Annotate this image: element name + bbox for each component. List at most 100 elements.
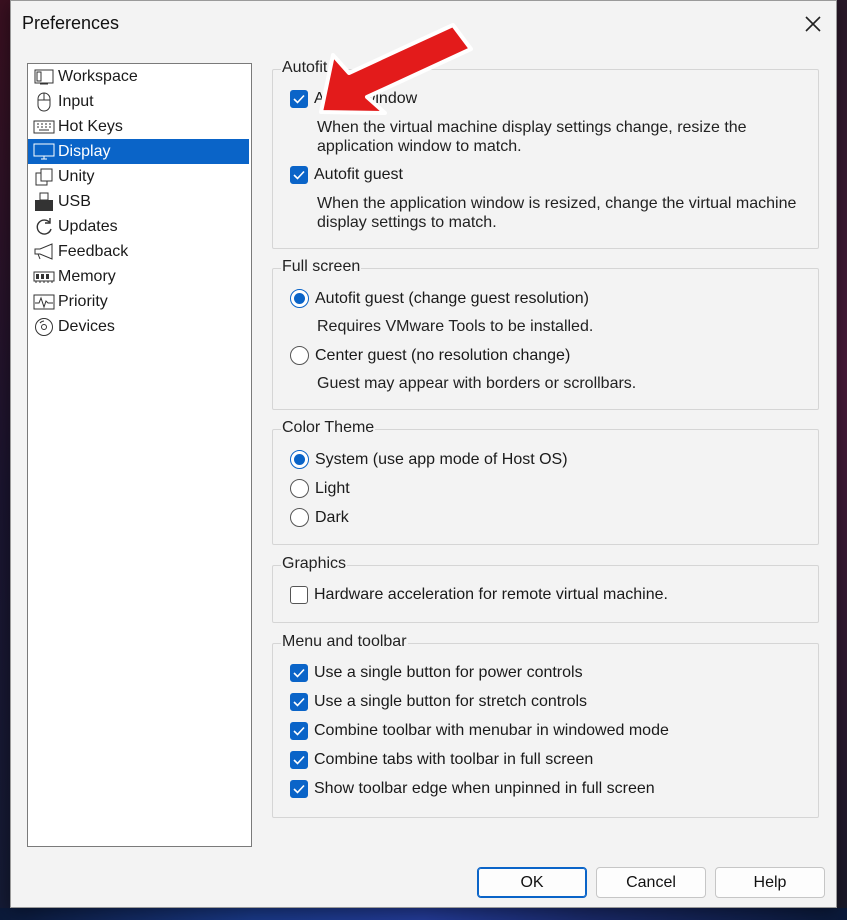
checkmark-icon (293, 668, 305, 678)
keyboard-icon (33, 117, 55, 137)
graphics-group: Graphics Hardware acceleration for remot… (272, 555, 819, 623)
combine-toolbar-menubar-label: Combine toolbar with menubar in windowed… (314, 722, 669, 739)
sidebar-item-label: Priority (58, 292, 108, 310)
theme-system-label: System (use app mode of Host OS) (315, 450, 568, 468)
checkmark-icon (293, 697, 305, 707)
help-button[interactable]: Help (715, 867, 825, 898)
megaphone-icon (33, 242, 55, 262)
pulse-icon (33, 292, 55, 312)
sidebar-item-updates[interactable]: Updates (28, 214, 251, 239)
combine-toolbar-menubar-option[interactable]: Combine toolbar with menubar in windowed… (290, 722, 669, 740)
fullscreen-center-option[interactable]: Center guest (no resolution change) (290, 346, 570, 365)
single-power-button-option[interactable]: Use a single button for power controls (290, 664, 583, 682)
sidebar-item-label: Devices (58, 317, 115, 335)
sidebar-item-label: Hot Keys (58, 117, 123, 135)
hardware-acceleration-label: Hardware acceleration for remote virtual… (314, 586, 668, 603)
checkmark-icon (293, 170, 305, 180)
checkmark-icon (293, 784, 305, 794)
sidebar-item-label: Workspace (58, 67, 138, 85)
group-title: Menu and toolbar (281, 633, 408, 651)
sidebar-item-label: Feedback (58, 242, 129, 260)
title-bar: Preferences (11, 1, 836, 47)
sidebar-item-memory[interactable]: Memory (28, 264, 251, 289)
group-title: Color Theme (281, 419, 376, 437)
theme-light-radio[interactable] (290, 479, 309, 498)
theme-system-option[interactable]: System (use app mode of Host OS) (290, 450, 568, 469)
autofit-window-label: Autofit window (314, 90, 418, 107)
theme-light-label: Light (315, 479, 350, 497)
theme-light-option[interactable]: Light (290, 479, 350, 498)
close-button[interactable] (790, 1, 836, 47)
sidebar-item-label: Unity (58, 167, 95, 185)
sidebar-item-display[interactable]: Display (28, 139, 249, 164)
fullscreen-autofit-option[interactable]: Autofit guest (change guest resolution) (290, 289, 589, 308)
fullscreen-autofit-description: Requires VMware Tools to be installed. (317, 318, 594, 335)
single-stretch-button-option[interactable]: Use a single button for stretch controls (290, 693, 587, 711)
ok-button[interactable]: OK (477, 867, 587, 898)
autofit-guest-label: Autofit guest (314, 166, 403, 183)
autofit-window-checkbox[interactable] (290, 90, 308, 108)
single-stretch-button-label: Use a single button for stretch controls (314, 693, 588, 710)
group-title: Autofit (281, 59, 329, 77)
checkmark-icon (293, 94, 305, 104)
combine-tabs-toolbar-label: Combine tabs with toolbar in full screen (314, 751, 594, 768)
sidebar-item-devices[interactable]: Devices (28, 314, 251, 339)
unity-icon (33, 167, 55, 187)
menu-toolbar-group: Menu and toolbar Use a single button for… (272, 633, 819, 818)
checkmark-icon (293, 726, 305, 736)
preferences-dialog: Preferences Workspace Input Hot Keys Dis… (10, 0, 837, 908)
fullscreen-group: Full screen Autofit guest (change guest … (272, 258, 819, 410)
combine-tabs-toolbar-checkbox[interactable] (290, 751, 308, 769)
group-title: Full screen (281, 258, 362, 276)
sidebar-item-unity[interactable]: Unity (28, 164, 251, 189)
sidebar-item-label: Display (58, 142, 111, 160)
autofit-window-option[interactable]: Autofit window (290, 90, 417, 108)
autofit-window-description: When the virtual machine display setting… (317, 119, 747, 155)
usb-icon (33, 192, 55, 212)
show-toolbar-edge-label: Show toolbar edge when unpinned in full … (314, 780, 655, 797)
fullscreen-center-description: Guest may appear with borders or scrollb… (317, 375, 637, 392)
color-theme-group: Color Theme System (use app mode of Host… (272, 419, 819, 545)
sidebar-item-label: Input (58, 92, 94, 110)
sidebar-item-usb[interactable]: USB (28, 189, 251, 214)
sidebar-item-feedback[interactable]: Feedback (28, 239, 251, 264)
theme-dark-option[interactable]: Dark (290, 508, 349, 527)
cancel-button[interactable]: Cancel (596, 867, 706, 898)
sidebar-item-label: Memory (58, 267, 116, 285)
autofit-guest-description: When the application window is resized, … (317, 195, 797, 231)
monitor-icon (33, 142, 55, 162)
memory-icon (33, 267, 55, 287)
checkmark-icon (293, 755, 305, 765)
sidebar-item-label: Updates (58, 217, 118, 235)
category-list[interactable]: Workspace Input Hot Keys Display Unity U… (27, 63, 252, 847)
show-toolbar-edge-checkbox[interactable] (290, 780, 308, 798)
autofit-group: Autofit Autofit window When the virtual … (272, 59, 819, 249)
show-toolbar-edge-option[interactable]: Show toolbar edge when unpinned in full … (290, 780, 655, 798)
autofit-guest-checkbox[interactable] (290, 166, 308, 184)
hardware-acceleration-option[interactable]: Hardware acceleration for remote virtual… (290, 586, 668, 604)
fullscreen-autofit-radio[interactable] (290, 289, 309, 308)
theme-dark-label: Dark (315, 508, 349, 526)
single-power-button-label: Use a single button for power controls (314, 664, 583, 681)
single-power-button-checkbox[interactable] (290, 664, 308, 682)
fullscreen-autofit-label: Autofit guest (change guest resolution) (315, 289, 589, 307)
combine-tabs-toolbar-option[interactable]: Combine tabs with toolbar in full screen (290, 751, 593, 769)
close-icon (805, 16, 821, 32)
desktop-background-edge (837, 0, 847, 920)
fullscreen-center-radio[interactable] (290, 346, 309, 365)
single-stretch-button-checkbox[interactable] (290, 693, 308, 711)
hardware-acceleration-checkbox[interactable] (290, 586, 308, 604)
theme-system-radio[interactable] (290, 450, 309, 469)
taskbar-strip (0, 908, 847, 920)
theme-dark-radio[interactable] (290, 508, 309, 527)
sidebar-item-priority[interactable]: Priority (28, 289, 251, 314)
fullscreen-center-label: Center guest (no resolution change) (315, 346, 571, 364)
sidebar-item-hot-keys[interactable]: Hot Keys (28, 114, 251, 139)
disc-icon (33, 317, 55, 337)
sidebar-item-workspace[interactable]: Workspace (28, 64, 251, 89)
sidebar-item-input[interactable]: Input (28, 89, 251, 114)
mouse-icon (33, 92, 55, 112)
autofit-guest-option[interactable]: Autofit guest (290, 166, 403, 184)
refresh-icon (33, 217, 55, 237)
combine-toolbar-menubar-checkbox[interactable] (290, 722, 308, 740)
